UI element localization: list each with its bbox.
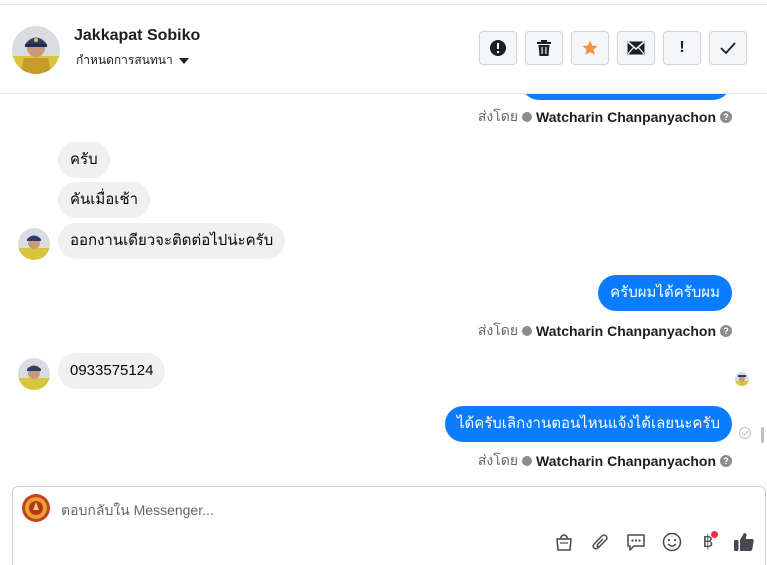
follow-up-button[interactable]: ! bbox=[663, 31, 701, 65]
message-bubble-incoming[interactable]: 0933575124 bbox=[58, 353, 166, 389]
sent-status-icon bbox=[739, 427, 751, 439]
reply-composer: ฿ bbox=[12, 486, 766, 565]
assign-label: กำหนดการสนทนา bbox=[76, 53, 173, 67]
star-icon bbox=[582, 40, 598, 55]
message-bubble-outgoing-clipped[interactable] bbox=[521, 94, 731, 100]
sent-by-line: ส่งโดย Watcharin Chanpanyachon ? bbox=[478, 106, 732, 128]
agent-status-icon bbox=[522, 112, 533, 122]
agent-status-icon bbox=[522, 326, 533, 336]
saved-reply-icon bbox=[627, 534, 645, 551]
message-bubble-incoming[interactable]: ครับ bbox=[58, 142, 110, 178]
agent-name[interactable]: Watcharin Chanpanyachon bbox=[536, 453, 716, 469]
agent-name[interactable]: Watcharin Chanpanyachon bbox=[536, 323, 716, 339]
agent-name[interactable]: Watcharin Chanpanyachon bbox=[536, 109, 716, 125]
contact-avatar-small[interactable] bbox=[18, 228, 50, 260]
message-thread[interactable]: ส่งโดย Watcharin Chanpanyachon ? ครับ คั… bbox=[0, 94, 767, 480]
contact-name: Jakkapat Sobiko bbox=[74, 27, 201, 44]
emoji-icon bbox=[662, 532, 682, 552]
message-bubble-outgoing[interactable]: ได้ครับเลิกงานตอนไหนแจ้งได้เลยนะครับ bbox=[444, 406, 732, 442]
agent-status-icon bbox=[522, 456, 533, 466]
notification-dot bbox=[711, 531, 718, 538]
mark-done-button[interactable] bbox=[709, 31, 747, 65]
like-button[interactable] bbox=[733, 531, 755, 553]
mark-unread-button[interactable] bbox=[617, 31, 655, 65]
message-bubble-incoming[interactable]: ออกงานเดียวจะติดต่อไปน่ะครับ bbox=[58, 223, 286, 259]
exclamation-icon: ! bbox=[679, 39, 685, 56]
delete-button[interactable] bbox=[525, 31, 563, 65]
scrollbar-thumb[interactable] bbox=[761, 427, 764, 443]
help-icon[interactable]: ? bbox=[720, 111, 732, 123]
mark-spam-button[interactable] bbox=[479, 31, 517, 65]
star-button[interactable] bbox=[571, 31, 609, 65]
trash-icon bbox=[537, 40, 551, 56]
composer-toolbar: ฿ bbox=[553, 531, 755, 553]
sent-by-line: ส่งโดย Watcharin Chanpanyachon ? bbox=[478, 320, 732, 342]
attach-button[interactable] bbox=[589, 531, 611, 553]
conversation-header: Jakkapat Sobiko กำหนดการสนทนา ! bbox=[0, 5, 767, 94]
message-bubble-outgoing[interactable]: ครับผมได้ครับผม bbox=[598, 275, 732, 311]
emoji-button[interactable] bbox=[661, 531, 683, 553]
message-bubble-incoming[interactable]: คันเมื่อเช้า bbox=[58, 182, 151, 218]
check-icon bbox=[720, 42, 736, 54]
caret-down-icon bbox=[178, 58, 189, 64]
paperclip-icon bbox=[592, 534, 608, 550]
alert-circle-icon bbox=[490, 40, 506, 56]
envelope-icon bbox=[627, 41, 645, 55]
header-actions: ! bbox=[479, 31, 747, 65]
assign-conversation-dropdown[interactable]: กำหนดการสนทนา bbox=[76, 51, 189, 70]
help-icon[interactable]: ? bbox=[720, 455, 732, 467]
seen-receipt-avatar bbox=[735, 372, 749, 386]
contact-avatar[interactable] bbox=[12, 26, 60, 74]
page-avatar bbox=[22, 494, 50, 522]
payment-button[interactable]: ฿ bbox=[697, 531, 719, 553]
shopping-bag-icon bbox=[556, 534, 572, 551]
thumbs-up-icon bbox=[734, 533, 754, 551]
contact-avatar-small[interactable] bbox=[18, 358, 50, 390]
shop-button[interactable] bbox=[553, 531, 575, 553]
help-icon[interactable]: ? bbox=[720, 325, 732, 337]
reply-input[interactable] bbox=[61, 499, 661, 521]
saved-reply-button[interactable] bbox=[625, 531, 647, 553]
sent-by-line: ส่งโดย Watcharin Chanpanyachon ? bbox=[478, 450, 732, 472]
